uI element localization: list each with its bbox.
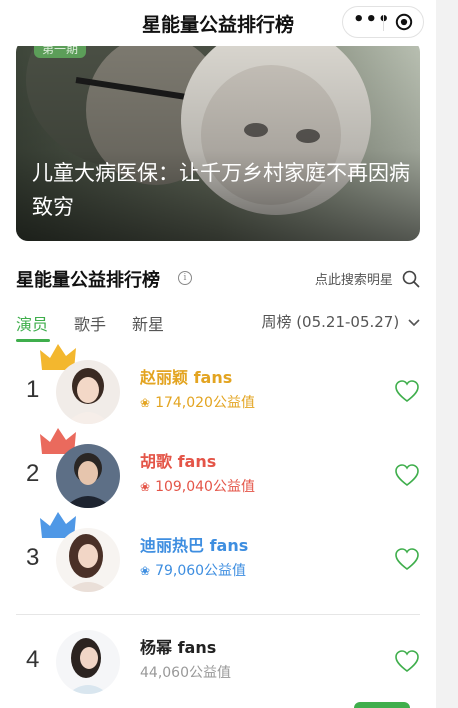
bottom-action-button[interactable] bbox=[354, 702, 410, 708]
avatar[interactable] bbox=[56, 630, 120, 694]
rank-number: 2 bbox=[26, 460, 40, 487]
page: 星能量公益排行榜 ••• 第一期 儿童大病医保：让千万乡村家庭不再因病致穷 星能… bbox=[0, 0, 436, 708]
charity-score: ❀ 174,020公益值 bbox=[140, 395, 255, 411]
flower-icon: ❀ bbox=[140, 564, 151, 578]
charity-score: 44,060公益值 bbox=[140, 665, 231, 681]
avatar[interactable] bbox=[56, 444, 120, 508]
category-tabs: 演员 歌手 新星 周榜 (05.21-05.27) bbox=[16, 311, 420, 343]
rank-number: 1 bbox=[26, 376, 40, 403]
ranking-row-1[interactable]: 1 赵丽颖 fans ❀ 174,020公益值 bbox=[16, 344, 420, 432]
ranking-header: 星能量公益排行榜 i 点此搜索明星 bbox=[16, 266, 420, 294]
tab-new-stars[interactable]: 新星 bbox=[132, 311, 164, 335]
heart-icon[interactable] bbox=[394, 648, 420, 674]
flower-icon: ❀ bbox=[140, 480, 151, 494]
avatar[interactable] bbox=[56, 528, 120, 592]
period-label: 周榜 (05.21-05.27) bbox=[261, 313, 400, 331]
info-icon[interactable]: i bbox=[178, 271, 192, 285]
fans-group-name[interactable]: 迪丽热巴 fans bbox=[140, 532, 248, 556]
ranking-row-4[interactable]: 4 杨幂 fans 44,060公益值 bbox=[16, 622, 420, 702]
fans-group-name[interactable]: 赵丽颖 fans bbox=[140, 364, 232, 388]
fans-group-name[interactable]: 杨幂 fans bbox=[140, 634, 216, 658]
side-strip bbox=[436, 0, 458, 708]
heart-icon[interactable] bbox=[394, 546, 420, 572]
heart-icon[interactable] bbox=[394, 462, 420, 488]
campaign-banner[interactable]: 第一期 儿童大病医保：让千万乡村家庭不再因病致穷 bbox=[16, 40, 420, 241]
banner-headline: 儿童大病医保：让千万乡村家庭不再因病致穷 bbox=[32, 161, 410, 219]
tab-singers[interactable]: 歌手 bbox=[74, 311, 106, 335]
charity-score: ❀ 109,040公益值 bbox=[140, 479, 255, 495]
ranking-row-2[interactable]: 2 胡歌 fans ❀ 109,040公益值 bbox=[16, 428, 420, 516]
avatar[interactable] bbox=[56, 360, 120, 424]
charity-score: ❀ 79,060公益值 bbox=[140, 563, 247, 579]
mini-program-capsule: ••• bbox=[342, 6, 424, 38]
search-star-link[interactable]: 点此搜索明星 bbox=[315, 268, 420, 288]
capsule-divider bbox=[383, 15, 384, 31]
heart-icon[interactable] bbox=[394, 378, 420, 404]
list-divider bbox=[16, 614, 420, 615]
target-close-icon[interactable] bbox=[395, 13, 413, 31]
ranking-row-3[interactable]: 3 迪丽热巴 fans ❀ 79,060公益值 bbox=[16, 512, 420, 600]
rank-number: 4 bbox=[26, 646, 40, 673]
title-bar: 星能量公益排行榜 ••• bbox=[0, 0, 436, 46]
ranking-title: 星能量公益排行榜 bbox=[16, 270, 160, 291]
search-star-label: 点此搜索明星 bbox=[314, 273, 393, 288]
tab-actors[interactable]: 演员 bbox=[16, 311, 48, 335]
chevron-down-icon bbox=[408, 318, 420, 326]
more-dots-icon[interactable]: ••• bbox=[353, 9, 391, 30]
fans-group-name[interactable]: 胡歌 fans bbox=[140, 448, 216, 472]
flower-icon: ❀ bbox=[140, 396, 151, 410]
period-selector[interactable]: 周榜 (05.21-05.27) bbox=[261, 311, 420, 332]
search-icon bbox=[402, 270, 420, 287]
rank-number: 3 bbox=[26, 544, 40, 571]
